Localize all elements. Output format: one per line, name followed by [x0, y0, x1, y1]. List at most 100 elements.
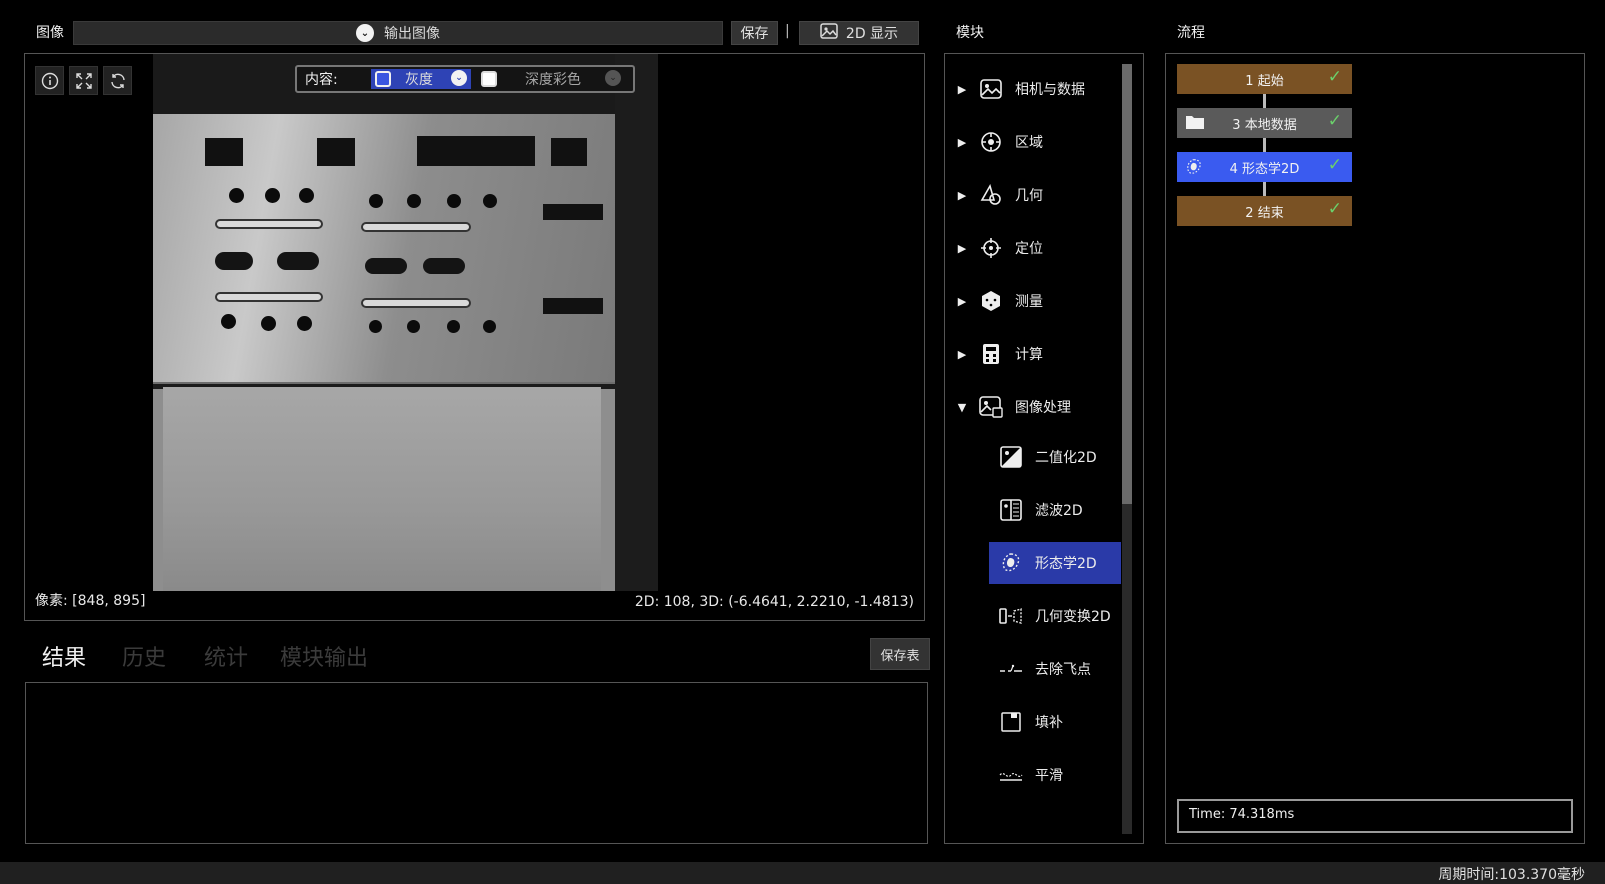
module-category-label: 区域: [1015, 135, 1043, 151]
flow-node-label: 1 起始: [1245, 73, 1284, 89]
folder-icon: [1185, 113, 1205, 135]
expand-arrow-icon[interactable]: ▶: [945, 348, 979, 361]
camera-image: [153, 54, 658, 591]
module-geometric-transform-2d[interactable]: 几何变换2D: [989, 595, 1121, 637]
check-icon: ✓: [1327, 111, 1342, 131]
module-category-compute[interactable]: ▶ 计算: [945, 333, 1121, 375]
fill-icon: [999, 710, 1023, 734]
module-category-image-processing[interactable]: ▼ 图像处理: [945, 386, 1121, 428]
module-label: 填补: [1035, 715, 1063, 731]
module-category-camera-data[interactable]: ▶ 相机与数据: [945, 68, 1121, 110]
flow-connector: [1263, 182, 1266, 196]
module-label: 平滑: [1035, 768, 1063, 784]
collapse-arrow-icon[interactable]: ▼: [945, 401, 979, 414]
modules-scrollbar[interactable]: [1122, 64, 1132, 834]
status-bar: 周期时间:103.370毫秒: [0, 862, 1605, 884]
morphology-icon: [1185, 157, 1203, 181]
check-icon: ✓: [1327, 155, 1342, 175]
flow-node-start[interactable]: 1 起始 ✓: [1177, 64, 1352, 94]
locate-icon: [979, 236, 1003, 260]
output-image-select-label: 输出图像: [384, 26, 440, 42]
fit-view-icon[interactable]: [69, 66, 98, 95]
module-filter-2d[interactable]: 滤波2D: [989, 489, 1121, 531]
modules-panel: ▶ 相机与数据 ▶ 区域 ▶ 几何 ▶ 定位 ▶ 测量 ▶ 计算 ▼ 图像处理 …: [944, 53, 1144, 844]
image-processing-icon: [979, 395, 1003, 419]
info-icon[interactable]: [35, 66, 64, 95]
expand-arrow-icon[interactable]: ▶: [945, 136, 979, 149]
depth-color-checkbox[interactable]: [481, 71, 497, 87]
calculator-icon: [979, 342, 1003, 366]
modules-scroll-thumb[interactable]: [1122, 64, 1132, 504]
module-label: 去除飞点: [1035, 662, 1091, 678]
expand-arrow-icon[interactable]: ▶: [945, 295, 979, 308]
module-label: 二值化2D: [1035, 450, 1097, 466]
gray-option-label: 灰度: [405, 72, 433, 88]
module-category-locate[interactable]: ▶ 定位: [945, 227, 1121, 269]
display-2d-button[interactable]: 2D 显示: [799, 21, 919, 45]
flow-node-label: 4 形态学2D: [1229, 161, 1300, 177]
expand-arrow-icon[interactable]: ▶: [945, 242, 979, 255]
output-image-select[interactable]: ⌄ 输出图像: [73, 21, 723, 45]
tab-history[interactable]: 历史: [122, 640, 166, 672]
geometry-icon: [979, 183, 1003, 207]
gray-option[interactable]: 灰度 ⌄: [371, 69, 471, 89]
module-remove-outliers[interactable]: 去除飞点: [989, 648, 1121, 690]
flow-time-readout: Time: 74.318ms: [1177, 799, 1573, 833]
content-label: 内容:: [305, 72, 338, 88]
image-icon: [820, 23, 838, 43]
expand-arrow-icon[interactable]: ▶: [945, 83, 979, 96]
coordinate-readout: 2D: 108, 3D: (-6.4641, 2.2210, -1.4813): [634, 594, 914, 610]
module-category-label: 图像处理: [1015, 400, 1071, 416]
flow-connector: [1263, 94, 1266, 108]
module-label: 滤波2D: [1035, 503, 1083, 519]
remove-outlier-icon: [999, 657, 1023, 681]
image-icon: [979, 77, 1003, 101]
chevron-down-icon[interactable]: ⌄: [451, 70, 467, 86]
module-category-label: 计算: [1015, 347, 1043, 363]
save-table-button[interactable]: 保存表: [870, 638, 930, 670]
result-table[interactable]: [25, 682, 928, 844]
expand-arrow-icon[interactable]: ▶: [945, 189, 979, 202]
pixel-readout: 像素: [848, 895]: [35, 593, 146, 609]
flow-node-local-data[interactable]: 3 本地数据 ✓: [1177, 108, 1352, 138]
module-category-label: 定位: [1015, 241, 1043, 257]
depth-color-label: 深度彩色: [525, 72, 581, 88]
region-icon: [979, 130, 1003, 154]
separator: |: [785, 23, 790, 39]
flow-node-label: 3 本地数据: [1232, 117, 1297, 133]
module-label: 形态学2D: [1035, 556, 1097, 572]
refresh-icon[interactable]: [103, 66, 132, 95]
morphology-icon: [999, 551, 1023, 575]
binarize-icon: [999, 445, 1023, 469]
modules-title: 模块: [956, 25, 984, 41]
flow-node-end[interactable]: 2 结束 ✓: [1177, 196, 1352, 226]
tab-result[interactable]: 结果: [42, 640, 86, 672]
module-category-label: 测量: [1015, 294, 1043, 310]
chevron-down-icon: ⌄: [356, 24, 374, 42]
module-category-region[interactable]: ▶ 区域: [945, 121, 1121, 163]
check-icon: ✓: [1327, 199, 1342, 219]
save-button[interactable]: 保存: [731, 21, 778, 45]
module-category-measure[interactable]: ▶ 测量: [945, 280, 1121, 322]
tab-module-output[interactable]: 模块输出: [280, 640, 368, 672]
module-binarize-2d[interactable]: 二值化2D: [989, 436, 1121, 478]
tab-statistics[interactable]: 统计: [204, 640, 248, 672]
content-selector: 内容: 灰度 ⌄ 深度彩色 ⌄: [295, 65, 635, 93]
chevron-down-icon[interactable]: ⌄: [605, 70, 621, 86]
cycle-time: 周期时间:103.370毫秒: [1438, 867, 1585, 883]
module-fill[interactable]: 填补: [989, 701, 1121, 743]
flow-title: 流程: [1177, 25, 1205, 41]
module-category-label: 相机与数据: [1015, 82, 1085, 98]
module-smooth[interactable]: 平滑: [989, 754, 1121, 796]
gray-checkbox[interactable]: [375, 71, 391, 87]
image-viewer[interactable]: 内容: 灰度 ⌄ 深度彩色 ⌄ 像素: [848, 895] 2D: 108, …: [24, 53, 925, 621]
module-morphology-2d[interactable]: 形态学2D: [989, 542, 1121, 584]
smooth-icon: [999, 763, 1023, 787]
image-panel-title: 图像: [36, 25, 64, 41]
check-icon: ✓: [1327, 67, 1342, 87]
module-category-geometry[interactable]: ▶ 几何: [945, 174, 1121, 216]
flow-node-morphology-2d[interactable]: 4 形态学2D ✓: [1177, 152, 1352, 182]
flow-panel: 1 起始 ✓ 3 本地数据 ✓ 4 形态学2D ✓ 2 结束 ✓ Time: 7…: [1165, 53, 1585, 844]
module-category-label: 几何: [1015, 188, 1043, 204]
depth-color-option[interactable]: 深度彩色 ⌄: [477, 69, 627, 89]
